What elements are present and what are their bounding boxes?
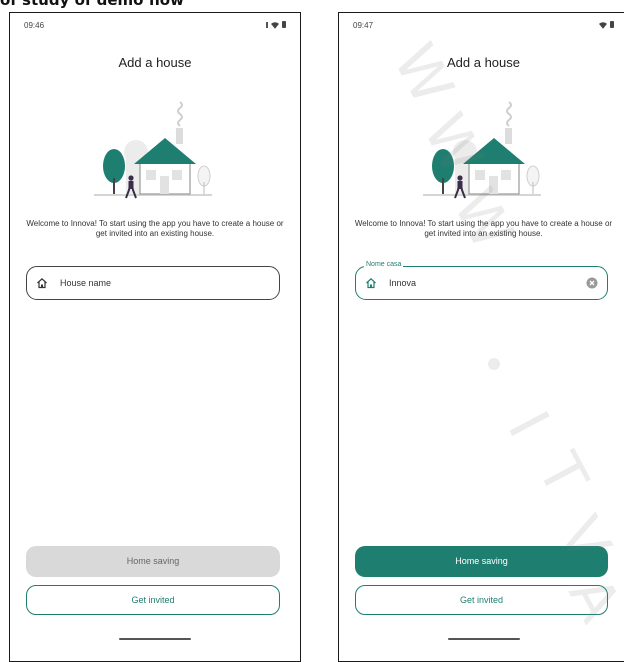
status-time: 09:47 <box>353 21 374 30</box>
home-outline-icon <box>36 277 48 289</box>
status-bar: 09:47 <box>353 21 614 35</box>
status-bar: 09:46 <box>24 21 286 35</box>
home-saving-button[interactable]: Home saving <box>355 546 608 577</box>
home-indicator[interactable] <box>119 638 191 640</box>
house-name-field[interactable] <box>26 266 280 300</box>
welcome-text: Welcome to Innova! To start using the ap… <box>354 219 613 238</box>
house-name-field[interactable]: Nome casa <box>355 261 608 300</box>
wifi-icon <box>271 21 279 29</box>
screenshot-caption: of study of demo flow <box>0 0 184 9</box>
battery-icon <box>610 21 614 28</box>
page-title: Add a house <box>118 55 192 70</box>
page-title: Add a house <box>446 55 520 70</box>
house-name-floating-label: Nome casa <box>364 261 404 268</box>
status-icons <box>266 21 286 29</box>
phone-screen-empty: 09:46 Add a house Welcome to Innova! To … <box>9 12 301 662</box>
signal-icon <box>266 21 268 28</box>
house-illustration <box>411 98 551 208</box>
house-name-input[interactable] <box>60 278 240 288</box>
phone-screen-filled: 09:47 Add a house Welcome to Innova! To … <box>338 12 624 662</box>
get-invited-button[interactable]: Get invited <box>355 585 608 615</box>
battery-icon <box>282 21 286 28</box>
status-icons <box>599 21 614 29</box>
get-invited-button[interactable]: Get invited <box>26 585 280 615</box>
home-outline-icon <box>365 277 377 289</box>
welcome-text: Welcome to Innova! To start using the ap… <box>26 219 284 238</box>
home-indicator[interactable] <box>447 638 520 640</box>
house-name-input[interactable] <box>389 278 569 288</box>
wifi-icon <box>599 21 607 29</box>
house-illustration <box>82 98 222 208</box>
clear-circle-icon[interactable] <box>586 277 598 289</box>
home-saving-button[interactable]: Home saving <box>26 546 280 577</box>
status-time: 09:46 <box>24 21 45 30</box>
